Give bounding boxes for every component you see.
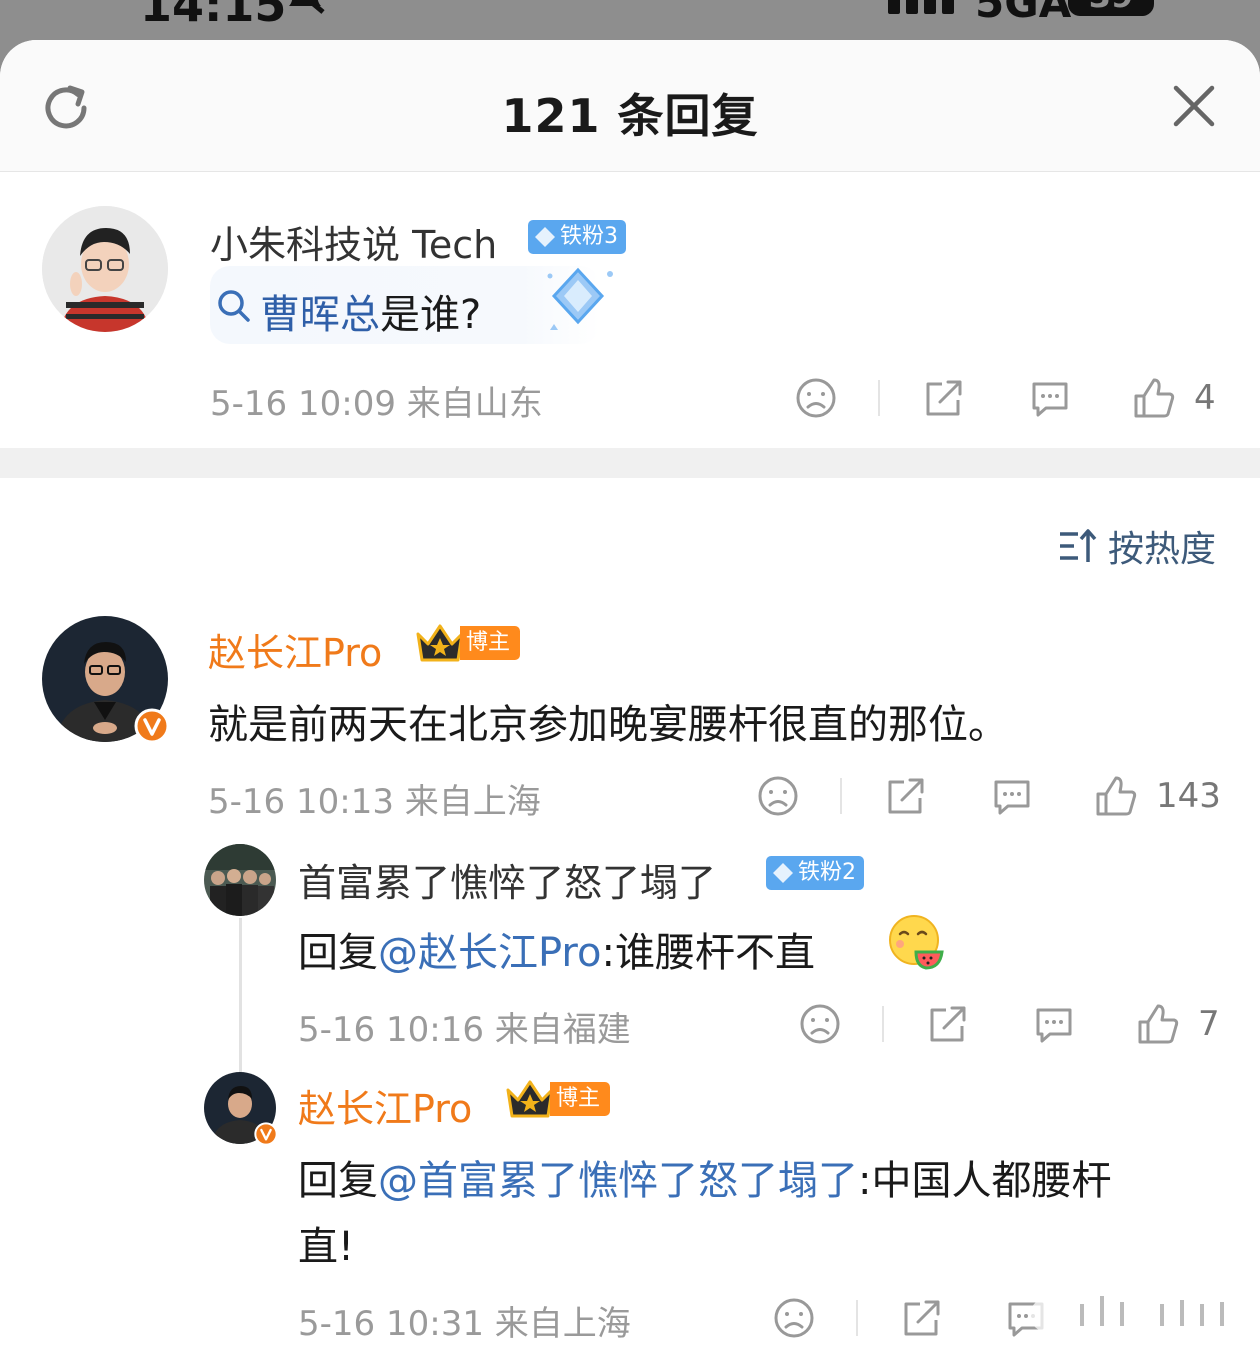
comment-icon — [1032, 382, 1068, 417]
sort-label: 按热度 — [1107, 529, 1216, 570]
reply-button[interactable] — [1032, 1002, 1076, 1046]
fan-badge-label: 铁粉2 — [798, 860, 856, 885]
verified-v-icon — [254, 1122, 278, 1146]
like-button[interactable] — [1136, 1002, 1180, 1046]
crown-icon — [416, 624, 464, 662]
comment-text: 回复@赵长江Pro:谁腰杆不直 — [298, 920, 815, 978]
like-button[interactable] — [1094, 774, 1138, 818]
comment-actions: 143 — [0, 774, 1260, 818]
network-label: 5GA — [975, 0, 1072, 27]
like-count: 7 — [1198, 1004, 1220, 1044]
dislike-button[interactable] — [794, 376, 838, 420]
mute-bell-icon — [289, 0, 325, 14]
crown-icon — [506, 1080, 554, 1118]
blogger-badge-label: 博主 — [550, 1082, 611, 1116]
search-query-text: 曹晖总是谁? — [260, 282, 481, 340]
search-icon — [218, 290, 250, 322]
mention-link[interactable]: @首富累了憔悴了怒了塌了 — [378, 1158, 858, 1204]
avatar[interactable] — [204, 844, 276, 916]
reply-prefix: 回复 — [298, 1158, 378, 1204]
replies-sheet: 121 条回复 小朱科技说 Tech 铁粉3 曹晖总是谁? 5-16 10:09… — [0, 40, 1260, 1358]
blogger-badge[interactable]: 博主 — [504, 1080, 611, 1118]
share-button[interactable] — [884, 774, 928, 818]
comment-actions: 4 — [0, 376, 1260, 420]
share-icon — [888, 778, 924, 814]
dislike-button[interactable] — [798, 1002, 842, 1046]
root-comment: 小朱科技说 Tech 铁粉3 曹晖总是谁? 5-16 10:09 来自山东 4 — [0, 172, 1260, 448]
username[interactable]: 首富累了憔悴了怒了塌了 — [298, 852, 716, 907]
sheet-header: 121 条回复 — [0, 40, 1260, 172]
verified-v-icon — [134, 708, 170, 744]
reply-body: :中国人都腰杆 — [858, 1158, 1112, 1204]
signal-icon — [888, 0, 954, 14]
thumbs-up-icon — [1096, 776, 1137, 816]
sad-face-icon — [796, 378, 836, 418]
username[interactable]: 小朱科技说 Tech — [210, 214, 497, 269]
sad-face-icon — [774, 1298, 814, 1338]
divider — [856, 1300, 858, 1336]
comment-icon — [994, 780, 1030, 815]
comment-actions: 7 — [0, 1002, 1260, 1046]
username[interactable]: 赵长江Pro — [298, 1078, 472, 1133]
reply-body: :谁腰杆不直 — [601, 930, 815, 976]
share-button[interactable] — [900, 1296, 944, 1340]
fan-badge[interactable]: 铁粉2 — [766, 856, 864, 890]
avatar[interactable] — [204, 1072, 278, 1146]
blogger-badge-label: 博主 — [460, 626, 521, 660]
share-icon — [930, 1006, 966, 1042]
diamond-icon — [535, 227, 555, 247]
page-title: 121 条回复 — [501, 89, 759, 143]
section-divider — [0, 448, 1260, 478]
query-highlight: 曹晖总 — [260, 292, 380, 338]
divider — [840, 778, 842, 814]
reply-prefix: 回复 — [298, 930, 378, 976]
divider — [882, 1006, 884, 1042]
comment-text: 回复@首富累了憔悴了怒了塌了:中国人都腰杆 — [298, 1148, 1111, 1206]
share-button[interactable] — [922, 376, 966, 420]
share-icon — [904, 1300, 940, 1336]
fan-badge-label: 铁粉3 — [560, 224, 618, 249]
comment-text-continued: 直! — [298, 1224, 355, 1270]
emoji-eating-watermelon-icon — [889, 915, 944, 970]
sad-face-icon — [758, 776, 798, 816]
close-icon[interactable] — [1172, 84, 1216, 128]
diamond-sparkle-icon — [547, 267, 613, 330]
like-count: 4 — [1194, 378, 1216, 418]
status-bar: 14:15 5GA 39 — [0, 0, 1260, 40]
comment-icon — [1036, 1008, 1072, 1043]
query-rest: 是谁? — [380, 292, 482, 338]
watermark-logo — [1030, 1296, 1250, 1332]
mention-link[interactable]: @赵长江Pro — [378, 930, 601, 976]
avatar[interactable] — [42, 616, 170, 744]
sad-face-icon — [800, 1004, 840, 1044]
sort-toggle[interactable]: 按热度 — [1058, 520, 1216, 572]
thumbs-up-icon — [1138, 1004, 1179, 1044]
battery-indicator: 39 — [1068, 0, 1154, 16]
dislike-button[interactable] — [756, 774, 800, 818]
diamond-icon — [773, 863, 793, 883]
avatar[interactable] — [42, 206, 168, 332]
share-button[interactable] — [926, 1002, 970, 1046]
reply-button[interactable] — [1028, 376, 1072, 420]
username[interactable]: 赵长江Pro — [208, 622, 382, 677]
like-count: 143 — [1156, 776, 1221, 816]
sort-icon — [1059, 529, 1097, 562]
like-button[interactable] — [1132, 376, 1176, 420]
reply-button[interactable] — [990, 774, 1034, 818]
replies-list: 按热度 赵长江Pro 博主 就是前两天在北京参加晚宴腰杆很直的那位。 5-16 … — [0, 478, 1260, 1358]
status-time: 14:15 — [140, 0, 287, 32]
thumbs-up-icon — [1134, 378, 1175, 418]
divider — [878, 380, 880, 416]
blogger-badge[interactable]: 博主 — [414, 624, 521, 662]
fan-badge[interactable]: 铁粉3 — [528, 220, 626, 254]
dislike-button[interactable] — [772, 1296, 816, 1340]
share-icon — [926, 380, 962, 416]
comment-text: 就是前两天在北京参加晚宴腰杆很直的那位。 — [208, 702, 1008, 748]
